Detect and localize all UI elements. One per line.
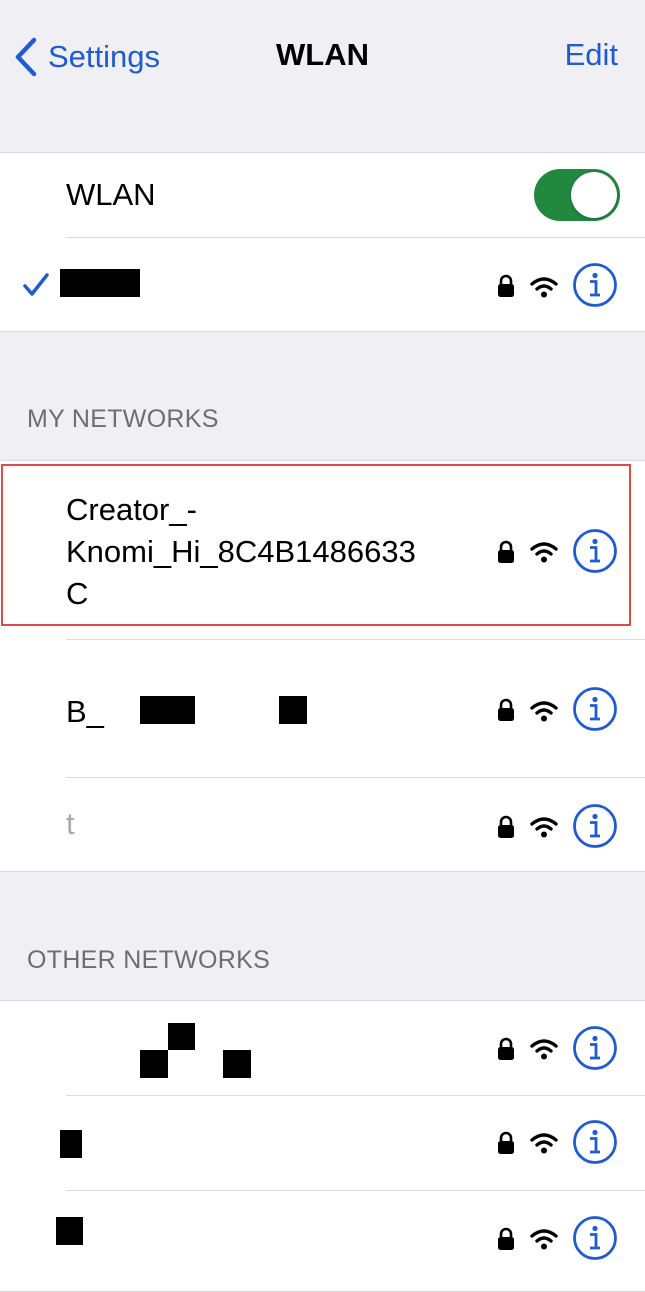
lock-icon xyxy=(498,274,514,297)
edit-button[interactable]: Edit xyxy=(565,37,618,73)
redacted-block xyxy=(60,1130,82,1158)
list-item[interactable] xyxy=(0,1001,645,1095)
wlan-toggle-label: WLAN xyxy=(66,177,156,212)
list-item[interactable] xyxy=(0,1191,645,1285)
wlan-group: WLAN xyxy=(0,152,645,332)
info-icon[interactable] xyxy=(572,1025,618,1071)
other-networks-group xyxy=(0,1000,645,1292)
my-networks-header: MY NETWORKS xyxy=(27,405,219,433)
redacted-block xyxy=(168,1023,195,1050)
redacted-block xyxy=(60,269,140,297)
info-icon[interactable] xyxy=(572,803,618,849)
list-item[interactable] xyxy=(0,1096,645,1190)
lock-icon xyxy=(498,1037,514,1060)
info-icon[interactable] xyxy=(572,1215,618,1261)
lock-icon xyxy=(498,815,514,838)
lock-icon xyxy=(498,1131,514,1154)
network-name: B_ xyxy=(66,694,104,729)
redacted-block xyxy=(223,1050,251,1078)
connected-network-row[interactable] xyxy=(0,238,645,331)
navigation-bar: Settings WLAN Edit xyxy=(0,0,645,112)
redacted-block xyxy=(279,696,307,724)
wifi-icon xyxy=(530,1133,558,1154)
wifi-icon xyxy=(530,1039,558,1060)
wifi-icon xyxy=(530,701,558,722)
list-item[interactable]: B_ xyxy=(0,640,645,777)
info-icon[interactable] xyxy=(572,686,618,732)
redacted-block xyxy=(140,696,195,724)
info-icon[interactable] xyxy=(572,1119,618,1165)
redacted-block xyxy=(56,1217,83,1245)
highlight-box xyxy=(1,464,631,626)
network-name: t xyxy=(66,806,75,841)
toggle-knob xyxy=(571,172,617,218)
list-item[interactable]: t xyxy=(0,778,645,871)
page-title: WLAN xyxy=(276,37,369,72)
wifi-icon xyxy=(530,1229,558,1250)
info-icon[interactable] xyxy=(572,262,618,308)
lock-icon xyxy=(498,1227,514,1250)
other-networks-header: OTHER NETWORKS xyxy=(27,946,271,974)
checkmark-icon xyxy=(23,273,49,296)
wlan-toggle-switch[interactable] xyxy=(534,169,620,221)
wlan-toggle-row: WLAN xyxy=(0,153,645,237)
redacted-block xyxy=(140,1050,168,1078)
lock-icon xyxy=(498,698,514,721)
wifi-icon xyxy=(530,817,558,838)
wifi-icon xyxy=(530,277,558,298)
